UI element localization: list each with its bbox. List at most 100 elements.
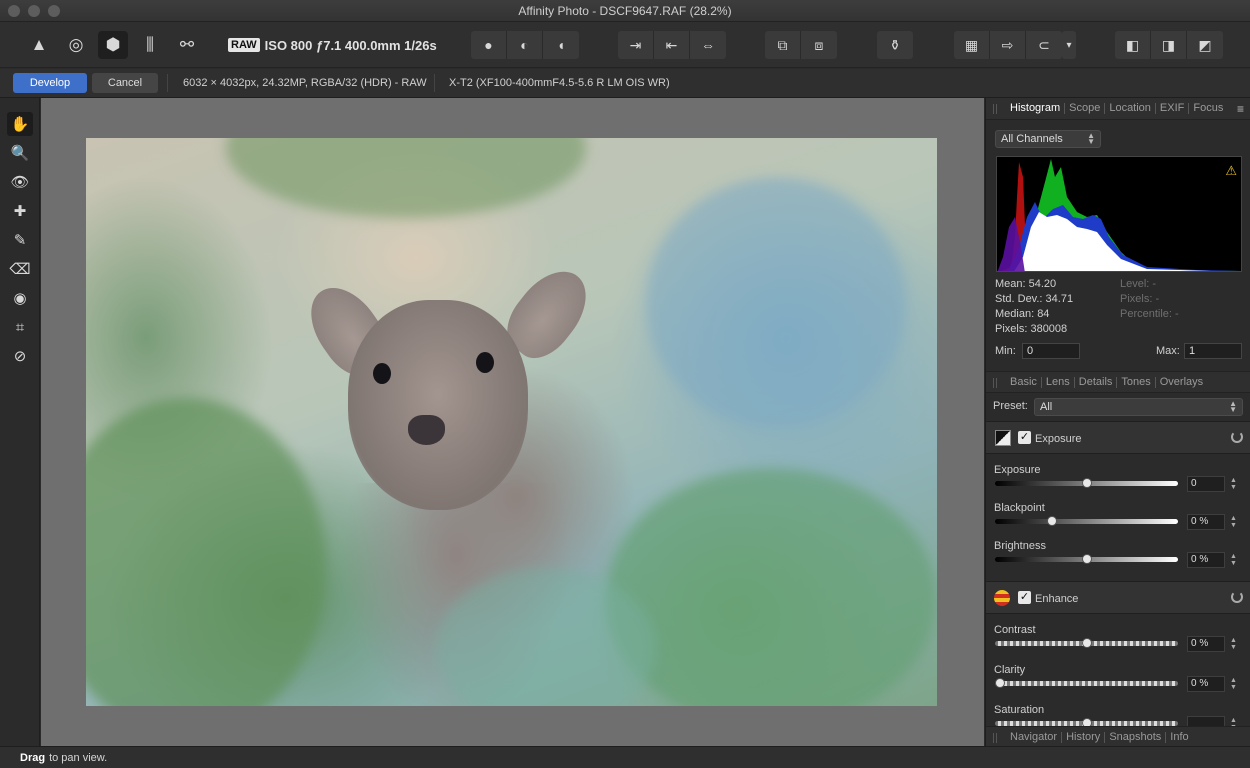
tab-history[interactable]: History	[1062, 731, 1106, 743]
red-eye-tool-icon[interactable]: 👁	[7, 170, 33, 194]
tab-navigator[interactable]: Navigator	[1006, 731, 1063, 743]
panel-menu-icon[interactable]: ≡	[1237, 102, 1244, 116]
divider	[434, 74, 435, 92]
clipped-tones-icon[interactable]: ◩	[1187, 31, 1223, 59]
overlay-more-group: ▾	[1062, 31, 1076, 59]
tab-location[interactable]: Location	[1105, 103, 1156, 114]
min-input[interactable]: 0	[1022, 343, 1080, 359]
tab-histogram[interactable]: Histogram	[1006, 103, 1066, 114]
exif-summary-area: RAW ISO 800 ƒ7.1 400.0mm 1/26s	[228, 31, 437, 59]
overlay-erase-tool-icon[interactable]: ⌫	[7, 257, 33, 281]
clipped-highlights-icon[interactable]: ◧	[1115, 31, 1151, 59]
brightness-label: Brightness	[994, 540, 1046, 552]
exposure-label: Exposure	[994, 464, 1041, 476]
overlay-paint-tool-icon[interactable]: ✎	[7, 228, 33, 252]
tab-basic[interactable]: Basic	[1006, 376, 1042, 388]
preset-select[interactable]: All ▲ ▼	[1034, 398, 1243, 416]
tab-snapshots[interactable]: Snapshots	[1105, 731, 1167, 743]
contrast-value-input[interactable]: 0 %	[1187, 636, 1225, 652]
single-view-icon[interactable]: ●	[471, 31, 507, 59]
brightness-slider-thumb[interactable]	[1081, 554, 1092, 564]
tab-tones[interactable]: Tones	[1117, 376, 1156, 388]
split-view-icon[interactable]: ◐	[507, 31, 543, 59]
apply-right-icon[interactable]: ⇥	[618, 31, 654, 59]
dropper-group: ⚱	[877, 31, 913, 59]
panel-grip-icon[interactable]	[993, 378, 997, 388]
context-toolbar: Develop Cancel 6032 × 4032px, 24.32MP, R…	[0, 69, 1250, 98]
exposure-section-header[interactable]: ✓ Exposure	[986, 421, 1250, 454]
export-persona-icon[interactable]: ⚯	[172, 31, 202, 59]
cancel-button[interactable]: Cancel	[92, 73, 158, 93]
blackpoint-stepper-icon[interactable]: ▲ ▼	[1230, 515, 1237, 529]
grid-overlay-icon[interactable]: ▦	[954, 31, 990, 59]
brightness-value-input[interactable]: 0 %	[1187, 552, 1225, 568]
blackpoint-value-input[interactable]: 0 %	[1187, 514, 1225, 530]
blemish-tool-icon[interactable]: ✚	[7, 199, 33, 223]
exposure-slider-thumb[interactable]	[1081, 478, 1092, 488]
crop-tool-icon[interactable]: ⌗	[7, 315, 33, 339]
tab-overlays[interactable]: Overlays	[1156, 376, 1207, 388]
clipping-warning-icon[interactable]: ⚠	[1225, 163, 1237, 179]
exposure-section-title: Exposure	[1035, 433, 1082, 445]
document-canvas[interactable]	[41, 98, 984, 746]
tab-details[interactable]: Details	[1075, 376, 1118, 388]
preset-label: Preset:	[993, 400, 1028, 412]
close-window-button[interactable]	[8, 5, 20, 17]
tab-info[interactable]: Info	[1166, 731, 1192, 743]
tab-scope[interactable]: Scope	[1065, 103, 1106, 114]
clarity-value-input[interactable]: 0 %	[1187, 676, 1225, 692]
panel-grip-icon[interactable]	[993, 733, 997, 743]
max-input[interactable]: 1	[1184, 343, 1242, 359]
photo-image[interactable]	[86, 138, 937, 706]
overlay-gradient-tool-icon[interactable]: ◉	[7, 286, 33, 310]
contrast-slider-thumb[interactable]	[1081, 638, 1092, 648]
more-dropdown-icon[interactable]: ▾	[1062, 31, 1076, 59]
zoom-tool-icon[interactable]: 🔍	[7, 141, 33, 165]
enhance-section-header[interactable]: ✓ Enhance	[986, 581, 1250, 614]
white-balance-tool-icon[interactable]: ⊘	[7, 344, 33, 368]
photo-persona-icon[interactable]: ▲	[24, 31, 54, 59]
clarity-label: Clarity	[994, 664, 1026, 676]
reset-icon[interactable]	[1231, 431, 1243, 443]
clarity-slider[interactable]	[995, 678, 1178, 688]
contrast-slider[interactable]	[995, 638, 1178, 648]
snapping-magnet-icon[interactable]: ⊂	[1026, 31, 1062, 59]
clipping-group: ◧ ◨ ◩	[1115, 31, 1223, 59]
develop-persona-icon[interactable]: ⬢	[98, 31, 128, 59]
blackpoint-label: Blackpoint	[994, 502, 1045, 514]
develop-button[interactable]: Develop	[13, 73, 87, 93]
exposure-value-input[interactable]: 0	[1187, 476, 1225, 492]
develop-panel: Basic Lens Details Tones Overlays	[986, 371, 1250, 393]
exposure-stepper-icon[interactable]: ▲ ▼	[1230, 477, 1237, 491]
mirror-view-icon[interactable]: ◖	[543, 31, 579, 59]
channel-select[interactable]: All Channels ▲ ▼	[995, 130, 1101, 148]
enhance-enable-checkbox[interactable]: ✓	[1018, 591, 1031, 604]
compare-left-icon[interactable]: ⧉	[765, 31, 801, 59]
clipped-shadows-icon[interactable]: ◨	[1151, 31, 1187, 59]
white-balance-dropper-icon[interactable]: ⚱	[877, 31, 913, 59]
clarity-slider-thumb[interactable]	[995, 678, 1005, 688]
minimize-window-button[interactable]	[28, 5, 40, 17]
tone-mapping-persona-icon[interactable]: ⫼	[135, 31, 165, 59]
exposure-enable-checkbox[interactable]: ✓	[1018, 431, 1031, 444]
exposure-slider[interactable]	[995, 478, 1178, 488]
clipped-highlights-icon[interactable]: ⇨	[990, 31, 1026, 59]
brightness-slider[interactable]	[995, 554, 1178, 564]
compare-right-icon[interactable]: ⧈	[801, 31, 837, 59]
reset-icon[interactable]	[1231, 591, 1243, 603]
tab-exif[interactable]: EXIF	[1156, 103, 1190, 114]
tab-focus[interactable]: Focus	[1189, 103, 1227, 114]
title-bar: Affinity Photo - DSCF9647.RAF (28.2%)	[0, 0, 1250, 22]
clarity-stepper-icon[interactable]: ▲ ▼	[1230, 677, 1237, 691]
swap-icon[interactable]: ⇔	[690, 31, 726, 59]
zoom-window-button[interactable]	[48, 5, 60, 17]
brightness-stepper-icon[interactable]: ▲ ▼	[1230, 553, 1237, 567]
liquify-persona-icon[interactable]: ◎	[61, 31, 91, 59]
blackpoint-slider[interactable]	[995, 516, 1178, 526]
blackpoint-slider-thumb[interactable]	[1046, 516, 1057, 526]
contrast-stepper-icon[interactable]: ▲ ▼	[1230, 637, 1237, 651]
apply-left-icon[interactable]: ⇤	[654, 31, 690, 59]
view-tool-icon[interactable]: ✋	[7, 112, 33, 136]
tab-lens[interactable]: Lens	[1042, 376, 1075, 388]
panel-grip-icon[interactable]	[993, 104, 997, 114]
